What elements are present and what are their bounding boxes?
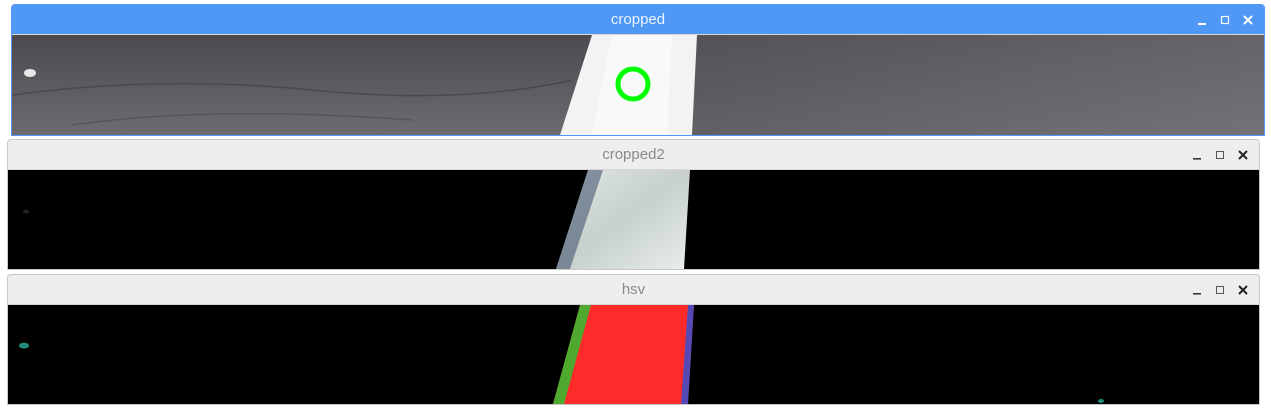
image-cropped [12, 35, 1264, 135]
image-hsv [8, 305, 1259, 404]
noise-blob [19, 342, 29, 349]
minimize-icon[interactable] [1194, 12, 1210, 28]
titlebar-cropped2[interactable]: cropped2 [8, 140, 1259, 170]
minimize-icon[interactable] [1189, 282, 1205, 298]
titlebar-cropped[interactable]: cropped [12, 5, 1264, 34]
window-cropped: cropped [11, 4, 1265, 136]
maximize-icon[interactable] [1212, 282, 1228, 298]
titlebar-hsv[interactable]: hsv [8, 275, 1259, 305]
window-cropped2: cropped2 [7, 139, 1260, 270]
minimize-icon[interactable] [1189, 147, 1205, 163]
window-controls [1189, 275, 1251, 304]
close-icon[interactable] [1235, 282, 1251, 298]
close-icon[interactable] [1235, 147, 1251, 163]
window-title: cropped [610, 11, 666, 28]
window-title: hsv [621, 281, 646, 298]
window-controls [1194, 5, 1256, 34]
image-cropped2 [8, 170, 1259, 269]
maximize-icon[interactable] [1217, 12, 1233, 28]
window-hsv: hsv [7, 274, 1260, 405]
window-title: cropped2 [602, 146, 665, 163]
maximize-icon[interactable] [1212, 147, 1228, 163]
road-speck [24, 69, 36, 77]
close-icon[interactable] [1240, 12, 1256, 28]
window-controls [1189, 140, 1251, 169]
